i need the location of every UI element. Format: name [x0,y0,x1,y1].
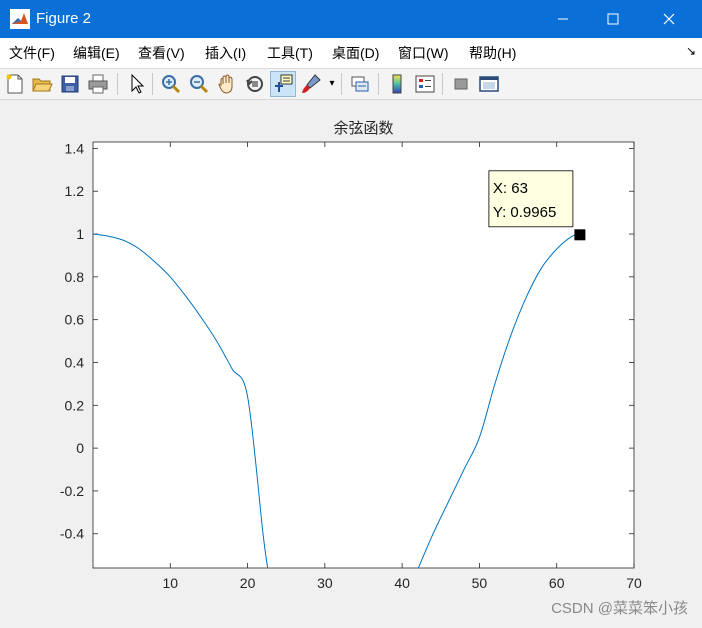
close-icon [663,13,675,25]
menu-view[interactable]: 查看(V) [138,44,185,62]
y-tick-label: 0.2 [65,397,85,413]
menu-tools[interactable]: 工具(T) [267,44,313,62]
x-tick-label: 20 [240,575,256,591]
maximize-button[interactable] [590,0,636,38]
brush-icon[interactable] [299,72,323,96]
x-tick-label: 70 [626,575,642,591]
menu-desktop[interactable]: 桌面(D) [332,44,379,62]
datatip-y-label: Y: 0.9965 [493,204,556,221]
datatip-x-label: X: 63 [493,180,528,197]
x-tick-label: 50 [472,575,488,591]
x-tick-label: 30 [317,575,333,591]
toolbar-separator [442,73,443,95]
save-icon[interactable] [58,72,82,96]
plot-svg: 余弦函数 10 20 30 40 50 60 70 -0.4 -0.2 0 0.2 0.4 0.6 0.… [60,119,642,591]
figure-toolbar: ▾ [0,69,702,100]
menu-overflow-arrow-icon[interactable]: ↘ [686,44,696,58]
menu-window[interactable]: 窗口(W) [398,44,449,62]
legend-icon[interactable] [413,72,437,96]
new-figure-icon[interactable] [3,72,27,96]
data-cursor-icon[interactable] [270,71,296,97]
close-button[interactable] [646,0,692,38]
minimize-button[interactable] [540,0,586,38]
x-tick-label: 40 [394,575,410,591]
menu-insert[interactable]: 插入(I) [205,44,246,62]
link-plot-icon[interactable] [348,72,372,96]
zoom-out-icon[interactable] [187,72,211,96]
watermark-text: CSDN @菜菜笨小孩 [551,600,688,617]
y-tick-label: 1 [76,226,84,242]
hide-plot-tools-icon[interactable] [449,72,473,96]
y-tick-label: -0.4 [60,526,84,542]
chart-title: 余弦函数 [333,119,393,137]
y-tick-label: 0.6 [65,312,85,328]
rotate-3d-icon[interactable] [243,72,267,96]
zoom-in-icon[interactable] [159,72,183,96]
x-tick-label: 10 [162,575,178,591]
toolbar-separator [341,73,342,95]
title-bar: Figure 2 [0,0,702,38]
menu-help[interactable]: 帮助(H) [469,44,516,62]
colorbar-icon[interactable] [385,72,409,96]
figure-canvas: 余弦函数 10 20 30 40 50 60 70 -0.4 -0.2 0 0.2 0.4 0.6 0.… [0,100,702,628]
window-title: Figure 2 [36,10,92,27]
pan-hand-icon[interactable] [215,72,239,96]
datatip-box[interactable]: X: 63 Y: 0.9965 [488,170,574,228]
y-tick-label: 0.4 [65,354,85,370]
menu-bar: 文件(F) 编辑(E) 查看(V) 插入(I) 工具(T) 桌面(D) 窗口(W… [0,38,702,69]
print-icon[interactable] [86,72,110,96]
maximize-icon [607,13,619,25]
minimize-icon [558,18,568,20]
matlab-logo-icon [10,9,30,29]
y-tick-label: 0 [76,440,84,456]
y-tick-label: 1.4 [65,140,85,156]
x-tick-label: 60 [549,575,565,591]
y-tick-label: 0.8 [65,269,85,285]
y-tick-label: 1.2 [65,183,85,199]
menu-file[interactable]: 文件(F) [9,44,55,62]
datatip-marker[interactable] [574,229,586,241]
show-plot-tools-icon[interactable] [477,72,501,96]
y-tick-label: -0.2 [60,483,84,499]
open-file-icon[interactable] [30,72,54,96]
pointer-icon[interactable] [125,72,149,96]
toolbar-separator [117,73,118,95]
brush-dropdown-icon[interactable]: ▾ [327,72,337,96]
toolbar-separator [152,73,153,95]
toolbar-separator [378,73,379,95]
menu-edit[interactable]: 编辑(E) [73,44,120,62]
